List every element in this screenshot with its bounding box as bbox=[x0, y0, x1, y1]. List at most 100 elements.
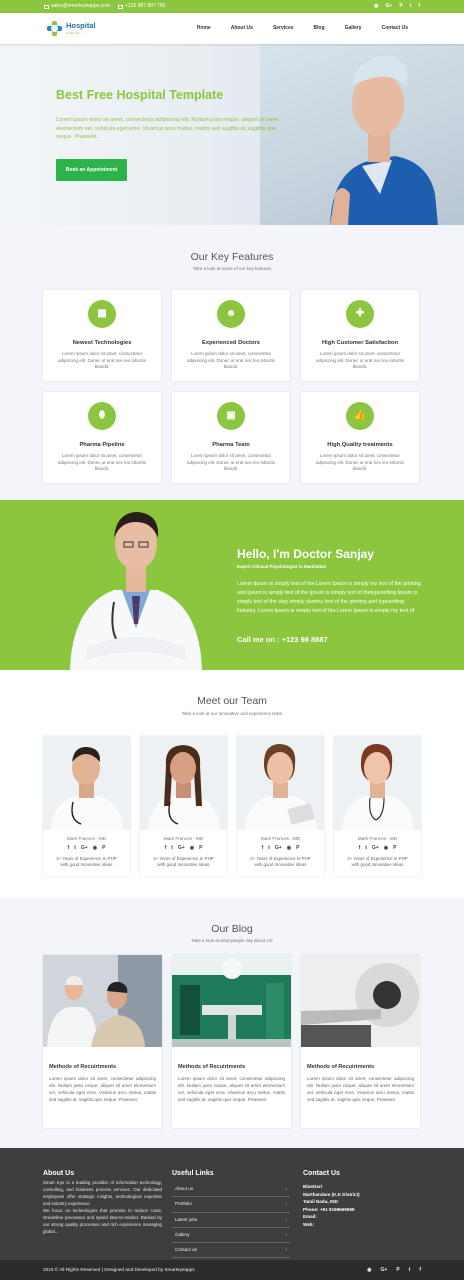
hero-banner: Best Free Hospital Template Lorem ipsum … bbox=[0, 44, 464, 225]
pills-icon: ⬮ bbox=[88, 402, 116, 430]
team-member-photo bbox=[334, 736, 421, 830]
chevron-right-icon: › bbox=[285, 1186, 287, 1192]
twitter-icon[interactable]: t bbox=[268, 845, 270, 852]
blog-card[interactable]: Methods of Recuirtments Lorem ipsum dolo… bbox=[301, 955, 420, 1128]
github-icon[interactable]: ◉ bbox=[367, 1267, 371, 1274]
blog-image bbox=[301, 955, 420, 1047]
googleplus-icon[interactable]: G+ bbox=[381, 1267, 388, 1274]
facebook-icon[interactable]: f bbox=[359, 845, 361, 852]
twitter-icon[interactable]: t bbox=[409, 1267, 411, 1274]
member-desc-line1: 3+ Years of Experience In PHP bbox=[347, 855, 408, 861]
googleplus-icon[interactable]: G+ bbox=[386, 3, 393, 10]
github-icon[interactable]: ◉ bbox=[287, 845, 291, 852]
feature-text: Lorem ipsum dolor sit amet, consectetur … bbox=[57, 350, 147, 370]
twitter-icon[interactable]: t bbox=[410, 3, 412, 10]
footer-link-gallery[interactable]: Gallery › bbox=[172, 1228, 290, 1244]
footer-social-links: ◉ G+ P t f bbox=[367, 1267, 421, 1274]
nav-item-contact[interactable]: Contact Us bbox=[372, 25, 418, 32]
twitter-icon[interactable]: t bbox=[365, 845, 367, 852]
contact-line: Marthandam (K.K District) bbox=[303, 1191, 360, 1197]
feature-card: 👍 High Quality treatments Lorem ipsum do… bbox=[301, 392, 419, 483]
medicine-bottle-icon: ▣ bbox=[217, 402, 245, 430]
footer-about-text: Smart Eye is a leading provider of infor… bbox=[43, 1179, 162, 1235]
call-phone[interactable]: Call me on : +123 98 8887 bbox=[237, 635, 328, 645]
profile-subtitle: Expert Clinical Psychologist in Manhatta… bbox=[237, 564, 327, 569]
member-social-links: f t G+ ◉ P bbox=[237, 845, 324, 852]
member-social-links: f t G+ ◉ P bbox=[43, 845, 130, 852]
pinterest-icon[interactable]: P bbox=[296, 845, 299, 852]
googleplus-icon[interactable]: G+ bbox=[81, 845, 88, 852]
feature-card: ⬮ Pharma Pipeline Lorem ipsum dolor sit … bbox=[43, 392, 161, 483]
github-icon[interactable]: ◉ bbox=[190, 845, 194, 852]
copyright-bar: 2015 © All Rights Reserved | Designed an… bbox=[0, 1260, 464, 1280]
facebook-icon[interactable]: f bbox=[418, 3, 420, 10]
chevron-right-icon: › bbox=[285, 1247, 287, 1253]
medkit-icon: ✚ bbox=[346, 300, 374, 328]
feature-title: High Customer Satisfaction bbox=[321, 340, 398, 346]
phone-contact[interactable]: +123 987 887 765 bbox=[118, 3, 165, 10]
contact-line: BlueDart bbox=[303, 1184, 323, 1189]
facebook-icon[interactable]: f bbox=[262, 845, 264, 852]
footer-link-contact[interactable]: Contact us › bbox=[172, 1243, 290, 1259]
nav-item-blog[interactable]: Blog bbox=[304, 25, 335, 32]
member-desc-line1: 3+ Years of Experience In PHP bbox=[153, 855, 214, 861]
github-icon[interactable]: ◉ bbox=[384, 845, 388, 852]
blog-card[interactable]: Methods of Recuirtments Lorem ipsum dolo… bbox=[43, 955, 162, 1128]
feature-text: Lorem ipsum dolor sit amet, consectetur … bbox=[315, 452, 405, 472]
blog-title: Our Blog bbox=[211, 923, 253, 935]
twitter-icon[interactable]: t bbox=[74, 845, 76, 852]
footer-contact-info: BlueDart Marthandam (K.K District) Tamil… bbox=[303, 1183, 360, 1228]
nav-item-services[interactable]: Services bbox=[263, 25, 304, 32]
site-logo[interactable]: Hospital health care bbox=[46, 20, 96, 37]
footer-about-paragraph1: Smart Eye is a leading provider of infor… bbox=[43, 1180, 162, 1207]
pinterest-icon[interactable]: P bbox=[396, 1267, 399, 1274]
nav-menu: Home About Us Services Blog Gallery Cont… bbox=[187, 25, 418, 32]
feature-card: ✚ High Customer Satisfaction Lorem ipsum… bbox=[301, 290, 419, 381]
nav-item-about[interactable]: About Us bbox=[221, 25, 263, 32]
book-appointment-button[interactable]: Book an Appointment bbox=[56, 159, 127, 181]
blog-image bbox=[172, 955, 291, 1047]
facebook-icon[interactable]: f bbox=[419, 1267, 421, 1274]
pinterest-icon[interactable]: P bbox=[399, 3, 402, 10]
googleplus-icon[interactable]: G+ bbox=[178, 845, 185, 852]
github-icon[interactable]: ◉ bbox=[93, 845, 97, 852]
pinterest-icon[interactable]: P bbox=[199, 845, 202, 852]
phone-icon bbox=[118, 4, 123, 9]
blog-post-title[interactable]: Methods of Recuirtments bbox=[307, 1064, 414, 1072]
profile-text: Lorem Ipsum is simply text of the Lorem … bbox=[237, 581, 421, 614]
logo-cross-icon bbox=[46, 20, 63, 37]
hero-doctor-image bbox=[330, 55, 438, 225]
blog-post-title[interactable]: Methods of Recuirtments bbox=[178, 1064, 285, 1072]
member-desc-line2: with good Innovative Ideas bbox=[351, 862, 404, 868]
facebook-icon[interactable]: f bbox=[165, 845, 167, 852]
feature-text: Lorem ipsum dolor sit amet, consectetur … bbox=[186, 350, 276, 370]
blog-card[interactable]: Methods of Recuirtments Lorem ipsum dolo… bbox=[172, 955, 291, 1128]
blog-image bbox=[43, 955, 162, 1047]
pinterest-icon[interactable]: P bbox=[393, 845, 396, 852]
footer-link-jobs[interactable]: Latest jobs › bbox=[172, 1213, 290, 1228]
email-contact[interactable]: sales@smarteyeapps.com bbox=[44, 3, 110, 10]
footer-link-about[interactable]: About us › bbox=[172, 1182, 290, 1198]
footer-about-title: About Us bbox=[43, 1170, 75, 1177]
feature-text: Lorem ipsum dolor sit amet, consectetur … bbox=[186, 452, 276, 472]
googleplus-icon[interactable]: G+ bbox=[275, 845, 282, 852]
nav-item-home[interactable]: Home bbox=[187, 25, 221, 32]
footer-link-portfolio[interactable]: Portfolio › bbox=[172, 1197, 290, 1213]
twitter-icon[interactable]: t bbox=[171, 845, 173, 852]
blog-post-text: Lorem ipsum dolor sit amet, consectetur … bbox=[49, 1076, 156, 1103]
member-name: Mark Frances - MD bbox=[66, 835, 107, 841]
blog-section: Our Blog Take a look at what people say … bbox=[0, 898, 464, 1148]
googleplus-icon[interactable]: G+ bbox=[372, 845, 379, 852]
pinterest-icon[interactable]: P bbox=[102, 845, 105, 852]
github-icon[interactable]: ◉ bbox=[374, 3, 378, 10]
feature-title: Pharma Pipeline bbox=[79, 442, 125, 448]
team-title: Meet our Team bbox=[197, 695, 267, 707]
facebook-icon[interactable]: f bbox=[68, 845, 70, 852]
footer-links-list: About us › Portfolio › Latest jobs › Galler… bbox=[172, 1182, 290, 1259]
nav-item-gallery[interactable]: Gallery bbox=[335, 25, 372, 32]
member-social-links: f t G+ ◉ P bbox=[140, 845, 227, 852]
member-name: Mark Frances - MD bbox=[163, 835, 204, 841]
feature-title: High Quality treatments bbox=[327, 442, 393, 448]
blog-post-title[interactable]: Methods of Recuirtments bbox=[49, 1064, 156, 1072]
chevron-right-icon: › bbox=[285, 1231, 287, 1237]
